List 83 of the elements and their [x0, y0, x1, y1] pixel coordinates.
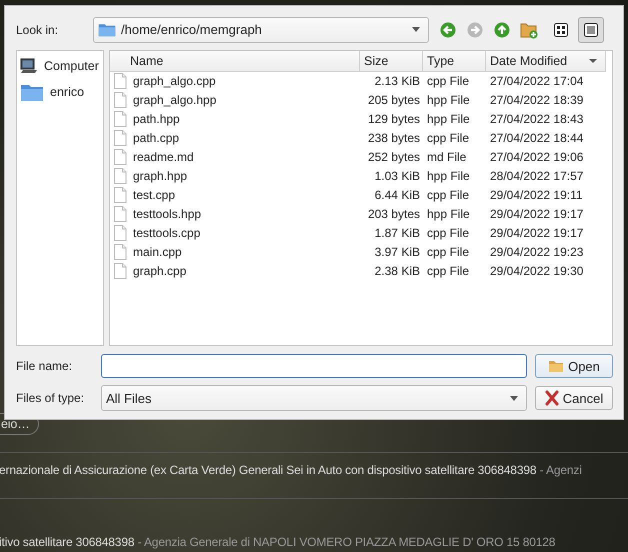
file-icon [113, 130, 127, 146]
file-size: 129 bytes [368, 112, 420, 126]
file-icon [113, 225, 127, 242]
file-date: 29/04/2022 19:17 [490, 207, 584, 222]
file-name[interactable]: testtools.cpp [133, 226, 200, 240]
agency-text: - Agenzi [540, 463, 582, 477]
file-name[interactable]: path.cpp [133, 131, 180, 146]
file-icon [113, 73, 127, 90]
file-type: cpp File [427, 74, 470, 88]
file-size: 1.03 KiB [374, 169, 420, 184]
file-name[interactable]: readme.md [133, 150, 194, 164]
file-type: cpp File [427, 245, 470, 260]
file-date: 27/04/2022 18:39 [490, 93, 584, 108]
place-item[interactable]: Computer [44, 58, 99, 73]
file-icon [113, 187, 127, 204]
file-icon [113, 149, 127, 166]
file-type: cpp File [427, 226, 470, 240]
file-icon [113, 263, 127, 280]
file-icon [113, 92, 127, 108]
column-header[interactable]: Date Modified [486, 50, 606, 72]
file-name-label: File name: [16, 359, 74, 373]
detail-view-button[interactable] [578, 16, 604, 43]
file-date: 29/04/2022 19:11 [490, 188, 583, 202]
file-name-field[interactable] [101, 354, 527, 378]
file-size: 3.97 KiB [374, 245, 420, 260]
file-type-dropdown[interactable]: All Files [101, 385, 527, 411]
file-icon [113, 111, 127, 128]
caret-icon [510, 396, 518, 400]
file-type: hpp File [427, 112, 470, 126]
file-size: 6.44 KiB [374, 188, 420, 202]
file-size: 238 bytes [368, 131, 420, 146]
file-name[interactable]: main.cpp [133, 245, 182, 260]
file-type: hpp File [427, 169, 470, 184]
list-icon [584, 22, 598, 37]
column-header[interactable]: Size [360, 50, 423, 72]
folder-icon [98, 22, 116, 38]
file-icon [113, 206, 127, 222]
agency-text: - Agenzia Generale di NAPOLI VOMERO PIAZZA MEDAGLIE D' ORO 15 80128 [138, 534, 556, 548]
caret-icon [412, 27, 420, 32]
file-date: 28/04/2022 17:57 [490, 169, 584, 184]
folder-icon [548, 359, 564, 373]
column-header[interactable]: Name [110, 50, 360, 72]
file-type: cpp File [427, 188, 470, 202]
cross-icon [544, 390, 559, 406]
file-type: hpp File [427, 93, 470, 108]
file-size: 2.38 KiB [374, 264, 420, 278]
file-date: 27/04/2022 19:06 [490, 150, 584, 164]
folder-plus-icon [520, 20, 538, 39]
file-size: 252 bytes [368, 150, 420, 164]
listing-text: itivo satellitare 306848398 [0, 534, 134, 548]
file-name[interactable]: graph_algo.cpp [133, 74, 216, 88]
file-icon [113, 168, 127, 184]
grid-icon [554, 22, 568, 37]
file-size: 1.87 KiB [374, 226, 420, 240]
file-name[interactable]: testtools.hpp [133, 207, 202, 222]
file-type-label: Files of type: [16, 391, 86, 405]
file-name[interactable]: graph.cpp [133, 264, 186, 278]
file-name[interactable]: test.cpp [133, 188, 176, 202]
file-date: 27/04/2022 18:43 [490, 112, 584, 126]
file-type: md File [427, 150, 466, 164]
column-header[interactable]: Type [423, 50, 486, 72]
file-type: cpp File [427, 264, 470, 278]
file-date: 29/04/2022 19:30 [490, 264, 584, 278]
file-date: 29/04/2022 19:23 [490, 245, 584, 260]
place-item[interactable]: enrico [50, 84, 84, 99]
file-type: hpp File [427, 207, 470, 222]
cancel-button[interactable]: Cancel [535, 386, 613, 410]
file-name[interactable]: graph_algo.hpp [133, 93, 216, 108]
file-type: cpp File [427, 131, 470, 146]
file-name[interactable]: path.hpp [133, 112, 180, 126]
up-arrow-icon [494, 22, 510, 38]
file-size: 2.13 KiB [374, 74, 420, 88]
file-size: 205 bytes [368, 93, 420, 108]
file-name[interactable]: graph.hpp [133, 169, 188, 184]
file-date: 27/04/2022 18:44 [490, 131, 584, 146]
file-date: 29/04/2022 19:17 [490, 226, 584, 240]
look-in-label: Look in: [16, 22, 60, 37]
computer-icon [20, 58, 38, 74]
open-button[interactable]: Open [535, 354, 613, 378]
path-dropdown[interactable]: /home/enrico/memgraph [93, 16, 429, 43]
file-date: 27/04/2022 17:04 [490, 74, 584, 88]
file-icon [113, 244, 127, 260]
file-size: 203 bytes [368, 207, 420, 222]
